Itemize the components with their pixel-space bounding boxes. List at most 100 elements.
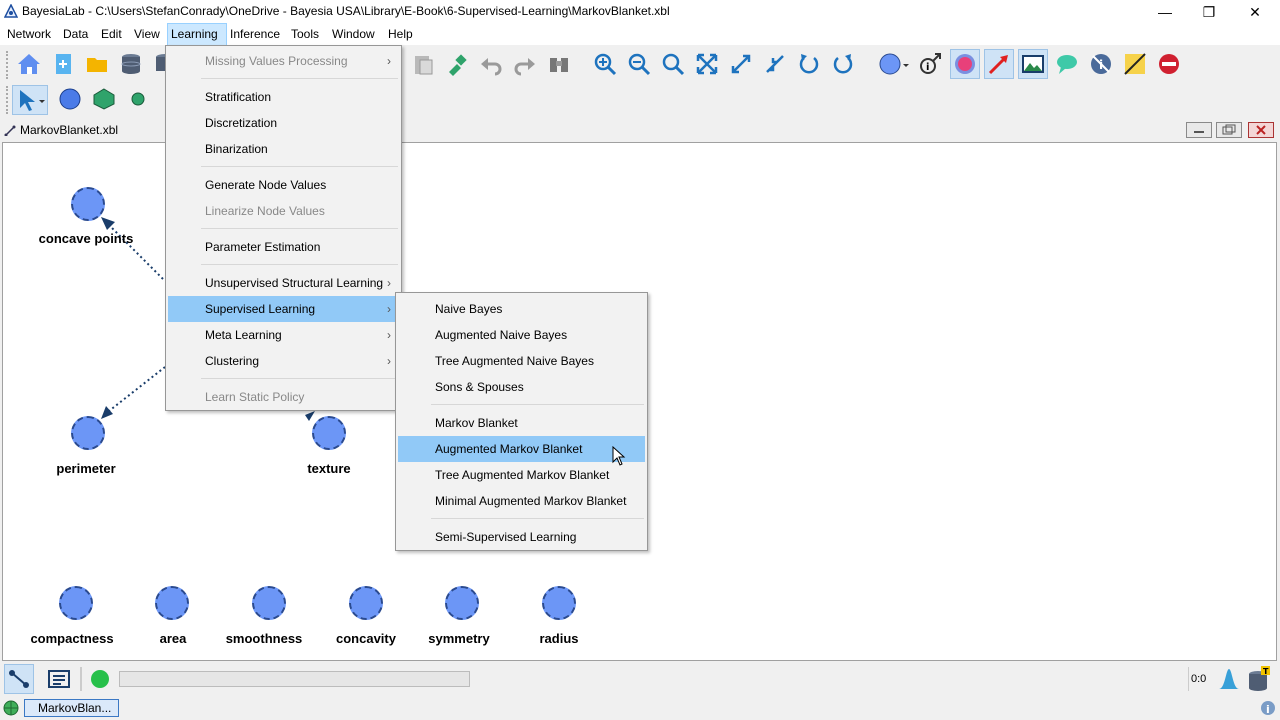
menu-item-semi-supervised-learning[interactable]: Semi-Supervised Learning — [398, 524, 645, 550]
node-texture[interactable] — [312, 416, 346, 450]
rotate-left-icon[interactable] — [794, 49, 824, 79]
svg-text:i: i — [1266, 703, 1270, 716]
node-concavity[interactable] — [349, 586, 383, 620]
validation-mode-icon[interactable] — [44, 664, 74, 694]
menu-item-generate-node-values[interactable]: Generate Node Values — [168, 172, 399, 198]
frame-minimize-button[interactable] — [1186, 122, 1212, 138]
menu-item-label: Augmented Markov Blanket — [435, 442, 583, 456]
menu-help[interactable]: Help — [385, 23, 416, 45]
node-info-icon[interactable]: i — [916, 49, 946, 79]
submenu-arrow-icon: › — [387, 276, 391, 290]
menu-item-augmented-markov-blanket[interactable]: Augmented Markov Blanket — [398, 436, 645, 462]
background-image-icon[interactable] — [1018, 49, 1048, 79]
add-constraint-node-icon[interactable] — [89, 84, 119, 114]
menu-item-label: Parameter Estimation — [205, 240, 321, 254]
node-radius[interactable] — [542, 586, 576, 620]
rotate-right-icon[interactable] — [828, 49, 858, 79]
paste-icon[interactable] — [408, 49, 438, 79]
close-window-button[interactable]: ✕ — [1232, 2, 1278, 22]
node-style-dropdown-icon[interactable] — [876, 49, 912, 79]
menu-item-clustering[interactable]: Clustering › — [168, 348, 399, 374]
menu-item-label: Augmented Naive Bayes — [435, 328, 568, 342]
binoculars-icon[interactable] — [544, 49, 574, 79]
node-perimeter[interactable] — [71, 416, 105, 450]
menu-data[interactable]: Data — [60, 23, 91, 45]
menu-inference[interactable]: Inference — [227, 23, 283, 45]
menu-item-naive-bayes[interactable]: Naive Bayes — [398, 296, 645, 322]
distribution-icon[interactable] — [1214, 664, 1244, 694]
node-smoothness[interactable] — [252, 586, 286, 620]
node-symmetry[interactable] — [445, 586, 479, 620]
submenu-arrow-icon: › — [387, 354, 391, 368]
no-comments-icon[interactable] — [1154, 49, 1184, 79]
expand-icon[interactable] — [726, 49, 756, 79]
menu-item-label: Naive Bayes — [435, 302, 503, 316]
menu-item-sons-and-spouses[interactable]: Sons & Spouses — [398, 374, 645, 400]
status-indicator-icon — [91, 670, 109, 688]
menu-item-parameter-estimation[interactable]: Parameter Estimation — [168, 234, 399, 260]
menu-tools[interactable]: Tools — [288, 23, 322, 45]
arc-display-icon[interactable] — [984, 49, 1014, 79]
node-label: radius — [539, 631, 579, 646]
node-info-disabled-icon[interactable]: i — [1086, 49, 1116, 79]
menu-item-supervised-learning[interactable]: Supervised Learning › — [168, 296, 399, 322]
format-brush-icon[interactable] — [442, 49, 472, 79]
node-label: texture — [307, 461, 351, 476]
note-disabled-icon[interactable] — [1120, 49, 1150, 79]
menu-item-augmented-naive-bayes[interactable]: Augmented Naive Bayes — [398, 322, 645, 348]
menu-item-label: Meta Learning — [205, 328, 282, 342]
zoom-in-icon[interactable] — [590, 49, 620, 79]
node-display-icon[interactable] — [950, 49, 980, 79]
undo-icon[interactable] — [476, 49, 506, 79]
node-compactness[interactable] — [59, 586, 93, 620]
fit-to-window-icon[interactable] — [692, 49, 722, 79]
zoom-out-icon[interactable] — [624, 49, 654, 79]
status-divider — [80, 667, 82, 691]
app-icon — [4, 4, 18, 18]
menu-separator — [201, 78, 398, 79]
redo-icon[interactable] — [510, 49, 540, 79]
menu-item-discretization[interactable]: Discretization — [168, 110, 399, 136]
open-folder-icon[interactable] — [82, 49, 112, 79]
menu-edit[interactable]: Edit — [98, 23, 125, 45]
toolbar-grip[interactable] — [6, 51, 12, 79]
menu-item-learn-static-policy: Learn Static Policy — [168, 384, 399, 410]
menu-window[interactable]: Window — [329, 23, 378, 45]
node-area[interactable] — [155, 586, 189, 620]
add-node-tool-icon[interactable] — [55, 84, 85, 114]
minimize-window-button[interactable]: — — [1142, 2, 1188, 22]
comment-icon[interactable] — [1052, 49, 1082, 79]
status-bar: 0:0 T — [0, 661, 1280, 697]
zoom-reset-icon[interactable] — [658, 49, 688, 79]
menu-item-binarization[interactable]: Binarization — [168, 136, 399, 162]
frame-restore-button[interactable] — [1216, 122, 1242, 138]
menu-item-stratification[interactable]: Stratification — [168, 84, 399, 110]
restore-window-button[interactable]: ❐ — [1186, 2, 1232, 22]
selection-tool-icon[interactable] — [12, 85, 48, 115]
menu-item-tree-augmented-markov-blanket[interactable]: Tree Augmented Markov Blanket — [398, 462, 645, 488]
menu-separator — [431, 518, 644, 519]
modeling-mode-icon[interactable] — [4, 664, 34, 694]
database-icon[interactable] — [116, 49, 146, 79]
home-icon[interactable] — [14, 49, 44, 79]
frame-close-button[interactable] — [1248, 122, 1274, 138]
database-status-icon[interactable]: T — [1244, 664, 1274, 694]
status-divider — [1188, 667, 1189, 691]
node-concave-points[interactable] — [71, 187, 105, 221]
globe-icon — [3, 700, 19, 716]
menu-item-tree-augmented-naive-bayes[interactable]: Tree Augmented Naive Bayes — [398, 348, 645, 374]
menu-item-markov-blanket[interactable]: Markov Blanket — [398, 410, 645, 436]
node-label: perimeter — [56, 461, 116, 476]
new-file-icon[interactable] — [48, 49, 78, 79]
menu-item-unsupervised-structural-learning[interactable]: Unsupervised Structural Learning › — [168, 270, 399, 296]
add-small-node-icon[interactable] — [123, 84, 153, 114]
submenu-arrow-icon: › — [387, 328, 391, 342]
menu-view[interactable]: View — [131, 23, 163, 45]
menu-network[interactable]: Network — [4, 23, 54, 45]
info-icon[interactable]: i — [1260, 700, 1276, 716]
compress-icon[interactable] — [760, 49, 790, 79]
window-task-button[interactable]: MarkovBlan... — [24, 699, 119, 717]
menu-item-minimal-augmented-markov-blanket[interactable]: Minimal Augmented Markov Blanket — [398, 488, 645, 514]
menu-learning[interactable]: Learning — [167, 23, 227, 47]
menu-item-meta-learning[interactable]: Meta Learning › — [168, 322, 399, 348]
